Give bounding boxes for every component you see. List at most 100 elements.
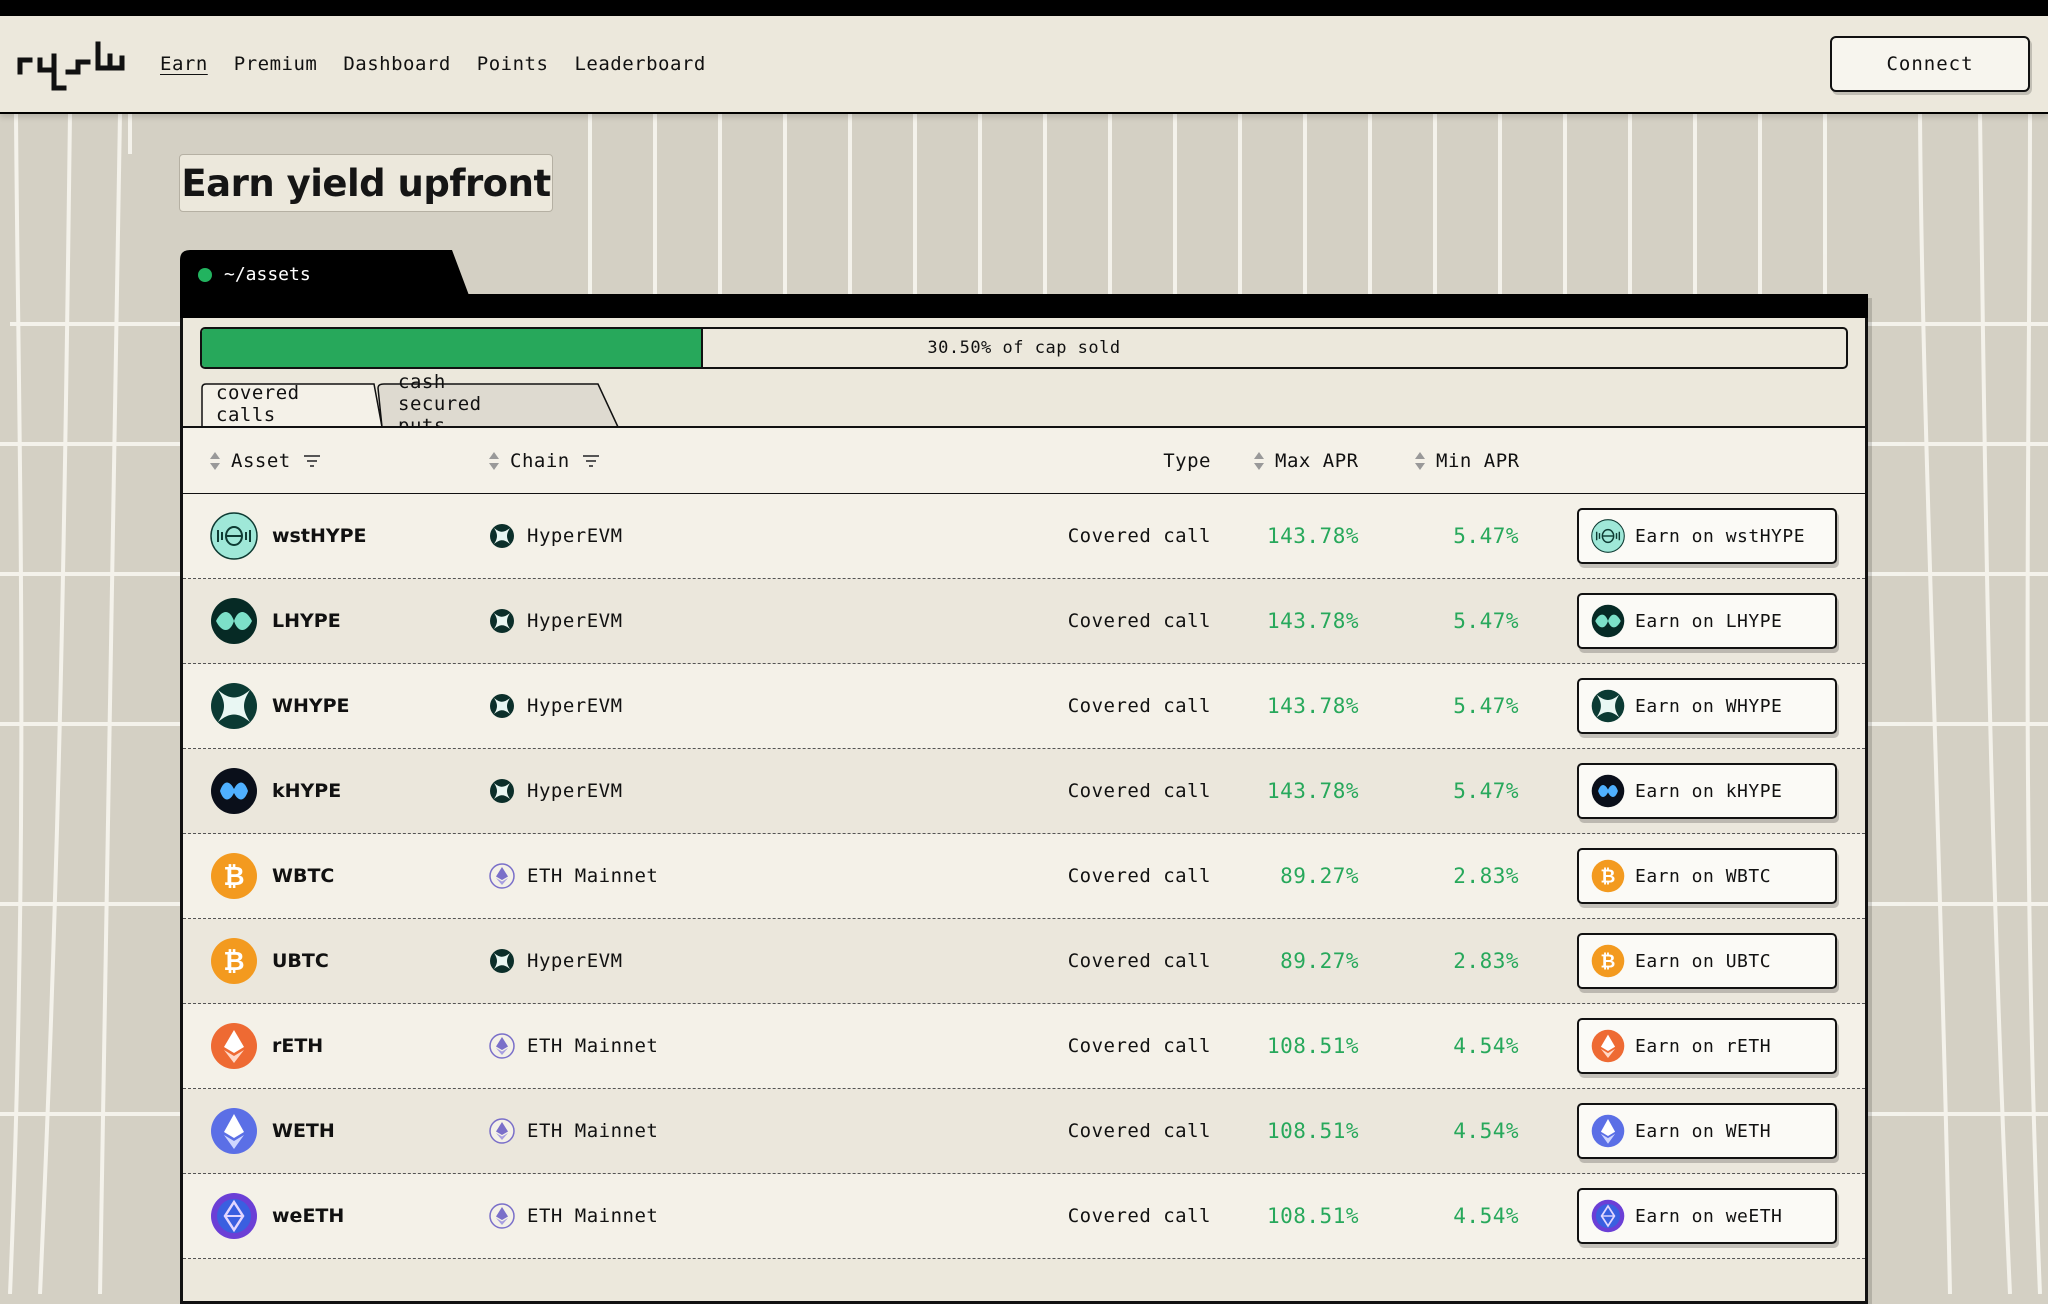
chain-name: HyperEVM (527, 950, 623, 972)
filter-icon[interactable] (582, 454, 600, 468)
top-black-bar (0, 0, 2048, 16)
sort-icon[interactable] (1253, 451, 1265, 471)
table-row: WETH ETH Mainnet Covered call 108.51% 4.… (183, 1089, 1865, 1174)
nav-link-dashboard[interactable]: Dashboard (343, 53, 450, 75)
asset-name: UBTC (272, 950, 329, 972)
khype-icon (1591, 774, 1625, 808)
table-row: WHYPE HyperEVM Covered call 143.78% 5.47… (183, 664, 1865, 749)
svg-text:₿: ₿ (223, 947, 244, 977)
type-cell: Covered call (1067, 780, 1211, 802)
earn-button[interactable]: Earn on WHYPE (1577, 678, 1837, 734)
min-apr-column-header[interactable]: Min APR (1414, 428, 1520, 494)
earn-button[interactable]: Earn on weETH (1577, 1188, 1837, 1244)
table-row: ₿ UBTC HyperEVM Covered call 89.27% 2.83… (183, 919, 1865, 1004)
connect-wallet-button[interactable]: Connect (1830, 36, 2030, 92)
table-row: weETH ETH Mainnet Covered call 108.51% 4… (183, 1174, 1865, 1259)
chain-cell: HyperEVM (489, 919, 623, 1003)
asset-name: WETH (272, 1120, 335, 1142)
max-apr-header-label: Max APR (1275, 450, 1359, 472)
earn-button-label: Earn on weETH (1635, 1205, 1783, 1227)
reth-icon (210, 1022, 258, 1070)
hyperevm-icon (489, 608, 515, 634)
type-column-header: Type (1153, 428, 1211, 494)
type-cell: Covered call (1067, 525, 1211, 547)
hyperevm-icon (489, 523, 515, 549)
table-row: rETH ETH Mainnet Covered call 108.51% 4.… (183, 1004, 1865, 1089)
sort-icon[interactable] (488, 451, 500, 471)
tab-cash-secured-puts[interactable]: cash secured puts (398, 371, 482, 437)
asset-cell: rETH (210, 1004, 323, 1088)
chain-name: HyperEVM (527, 610, 623, 632)
type-cell: Covered call (1067, 1035, 1211, 1057)
min-apr-value: 4.54% (1453, 1034, 1519, 1058)
assets-table-body: wstHYPE HyperEVM Covered call 143.78% 5.… (183, 494, 1865, 1259)
top-navigation: Earn Premium Dashboard Points Leaderboar… (0, 16, 2048, 114)
nav-link-points[interactable]: Points (477, 53, 549, 75)
earn-button-label: Earn on WETH (1635, 1120, 1772, 1142)
table-row: ₿ WBTC ETH Mainnet Covered call 89.27% 2… (183, 834, 1865, 919)
wsthype-icon (210, 512, 258, 560)
max-apr-column-header[interactable]: Max APR (1253, 428, 1359, 494)
nav-link-premium[interactable]: Premium (234, 53, 318, 75)
chain-name: ETH Mainnet (527, 865, 659, 887)
min-apr-value: 5.47% (1453, 609, 1519, 633)
chain-cell: HyperEVM (489, 494, 623, 578)
weth-icon (210, 1107, 258, 1155)
max-apr-value: 108.51% (1266, 1119, 1359, 1143)
chain-column-header[interactable]: Chain (488, 428, 600, 494)
max-apr-value: 143.78% (1266, 524, 1359, 548)
earn-button-label: Earn on wstHYPE (1635, 525, 1806, 547)
ethereum-icon (489, 863, 515, 889)
svg-text:₿: ₿ (223, 862, 244, 892)
tab-covered-calls[interactable]: covered calls (216, 382, 300, 426)
svg-text:₿: ₿ (1600, 866, 1615, 887)
earn-button[interactable]: Earn on WETH (1577, 1103, 1837, 1159)
nav-link-earn[interactable]: Earn (160, 53, 208, 75)
type-cell: Covered call (1067, 695, 1211, 717)
type-header-label: Type (1163, 450, 1211, 472)
earn-button[interactable]: ₿ Earn on UBTC (1577, 933, 1837, 989)
panel-header-bar (180, 294, 1868, 318)
ethereum-icon (489, 1118, 515, 1144)
max-apr-value: 143.78% (1266, 779, 1359, 803)
asset-name: wstHYPE (272, 525, 367, 547)
max-apr-value: 143.78% (1266, 694, 1359, 718)
chain-name: ETH Mainnet (527, 1035, 659, 1057)
earn-button-label: Earn on LHYPE (1635, 610, 1783, 632)
earn-button[interactable]: Earn on kHYPE (1577, 763, 1837, 819)
nav-links: Earn Premium Dashboard Points Leaderboar… (160, 16, 706, 112)
sort-icon[interactable] (209, 451, 221, 471)
ryska-logo[interactable] (16, 38, 126, 94)
earn-button[interactable]: ₿ Earn on WBTC (1577, 848, 1837, 904)
min-apr-value: 4.54% (1453, 1204, 1519, 1228)
max-apr-value: 143.78% (1266, 609, 1359, 633)
bitcoin-icon: ₿ (210, 937, 258, 985)
earn-button-label: Earn on kHYPE (1635, 780, 1783, 802)
min-apr-value: 5.47% (1453, 779, 1519, 803)
filter-icon[interactable] (303, 454, 321, 468)
asset-header-label: Asset (231, 450, 291, 472)
ethereum-icon (489, 1033, 515, 1059)
chain-cell: ETH Mainnet (489, 1004, 658, 1088)
lhype-icon (210, 597, 258, 645)
earn-button[interactable]: Earn on wstHYPE (1577, 508, 1837, 564)
weth-icon (1591, 1114, 1625, 1148)
min-apr-header-label: Min APR (1436, 450, 1520, 472)
asset-cell: ₿ WBTC (210, 834, 334, 918)
nav-link-leaderboard[interactable]: Leaderboard (574, 53, 705, 75)
whype-icon (210, 682, 258, 730)
earn-button[interactable]: Earn on LHYPE (1577, 593, 1837, 649)
wsthype-icon (1591, 519, 1625, 553)
asset-column-header[interactable]: Asset (209, 428, 321, 494)
assets-tab-label[interactable]: ~/assets (198, 264, 311, 285)
page-title-box: Earn yield upfront (179, 154, 553, 212)
assets-path-text: ~/assets (224, 264, 311, 285)
max-apr-value: 89.27% (1280, 949, 1359, 973)
asset-name: LHYPE (272, 610, 341, 632)
bitcoin-icon: ₿ (210, 852, 258, 900)
hyperevm-icon (489, 693, 515, 719)
sort-icon[interactable] (1414, 451, 1426, 471)
table-row: kHYPE HyperEVM Covered call 143.78% 5.47… (183, 749, 1865, 834)
cap-progress-bar: 30.50% of cap sold (200, 327, 1848, 369)
earn-button[interactable]: Earn on rETH (1577, 1018, 1837, 1074)
